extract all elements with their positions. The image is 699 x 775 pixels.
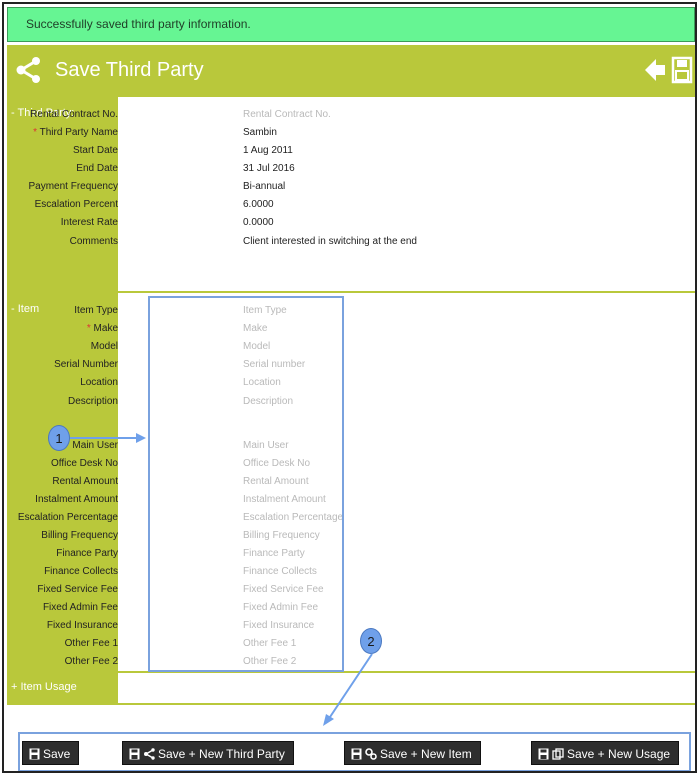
floppy-disk-icon[interactable] (671, 56, 693, 89)
item-usage-toggle[interactable]: + Item Usage (7, 673, 118, 703)
save-new-third-party-button[interactable]: Save + New Third Party (122, 741, 294, 765)
field-label: Instalment Amount (35, 494, 118, 505)
interest-rate-input[interactable]: 0.0000 (243, 217, 274, 228)
field-label: Billing Frequency (41, 530, 118, 541)
field-label: Rental Contract No. (30, 109, 118, 120)
comments-input[interactable]: Client interested in switching at the en… (243, 236, 417, 247)
annotation-arrow-1 (70, 433, 146, 443)
field-label: Payment Frequency (28, 181, 119, 192)
field-label: Model (90, 341, 118, 352)
success-banner: Successfully saved third party informati… (7, 7, 695, 42)
save-new-item-label: Save + New Item (380, 747, 472, 761)
third-party-name-input[interactable]: Sambin (243, 127, 277, 138)
item-section: - Item Item Type Item Type * Make Make M… (7, 291, 695, 673)
field-label: Escalation Percent (34, 199, 118, 210)
field-label: End Date (76, 163, 118, 174)
field-label: Escalation Percentage (17, 512, 118, 523)
field-label: Fixed Service Fee (37, 584, 118, 595)
end-date-input[interactable]: 31 Jul 2016 (243, 163, 295, 174)
field-label-text: Make (93, 323, 118, 334)
share-icon[interactable] (15, 56, 43, 89)
save-button-label: Save (43, 747, 71, 761)
escalation-percent-input[interactable]: 6.0000 (243, 199, 274, 210)
item-usage-content (118, 673, 695, 703)
floppy-disk-icon (538, 748, 549, 760)
arrow-left-icon[interactable] (643, 56, 667, 89)
field-label: Fixed Admin Fee (42, 602, 118, 613)
floppy-disk-icon (129, 748, 140, 760)
field-label: Item Type (74, 305, 118, 316)
field-label: Interest Rate (60, 217, 118, 228)
save-new-usage-button[interactable]: Save + New Usage (531, 741, 680, 765)
field-label: * Third Party Name (4, 127, 118, 138)
annotation-badge-2: 2 (360, 628, 382, 654)
title-bar: Save Third Party (7, 45, 695, 95)
share-icon (144, 748, 155, 760)
payment-frequency-input[interactable]: Bi-annual (243, 181, 285, 192)
field-label: Office Desk No (50, 458, 118, 469)
save-new-item-button[interactable]: Save + New Item (344, 741, 481, 765)
copy-icon (552, 748, 564, 760)
field-label: Fixed Insurance (46, 620, 118, 631)
rental-contract-input[interactable]: Rental Contract No. (243, 109, 331, 120)
field-label: Other Fee 1 (64, 638, 118, 649)
field-label-text: Third Party Name (39, 127, 118, 138)
annotation-badge-1: 1 (48, 425, 70, 451)
save-button[interactable]: Save (22, 741, 80, 765)
annotation-arrow-2 (323, 653, 373, 726)
success-message: Successfully saved third party informati… (26, 17, 251, 31)
field-label: Comments (69, 236, 118, 247)
item-usage-section-label: + Item Usage (11, 681, 77, 693)
field-label: * Make (4, 323, 118, 334)
start-date-input[interactable]: 1 Aug 2011 (243, 145, 293, 156)
app-frame: Successfully saved third party informati… (2, 2, 697, 773)
third-party-section: - Third Party: Rental Contract No. Renta… (7, 95, 695, 293)
page-title: Save Third Party (55, 59, 204, 81)
field-label: Description (67, 396, 118, 407)
field-label: Start Date (72, 145, 118, 156)
field-label: Finance Party (56, 548, 118, 559)
third-party-form: Rental Contract No. Rental Contract No. … (29, 97, 695, 293)
required-marker: * (86, 323, 91, 334)
gears-icon (365, 748, 377, 760)
save-new-third-party-label: Save + New Third Party (158, 747, 285, 761)
annotation-box-1 (148, 296, 344, 672)
field-label: Rental Amount (52, 476, 118, 487)
field-label: Serial Number (54, 359, 118, 370)
floppy-disk-icon (351, 748, 362, 760)
required-marker: * (33, 127, 38, 138)
save-new-usage-label: Save + New Usage (567, 747, 671, 761)
field-label: Finance Collects (44, 566, 118, 577)
field-label: Location (80, 377, 118, 388)
floppy-disk-icon (29, 748, 40, 760)
field-label: Other Fee 2 (64, 656, 118, 667)
